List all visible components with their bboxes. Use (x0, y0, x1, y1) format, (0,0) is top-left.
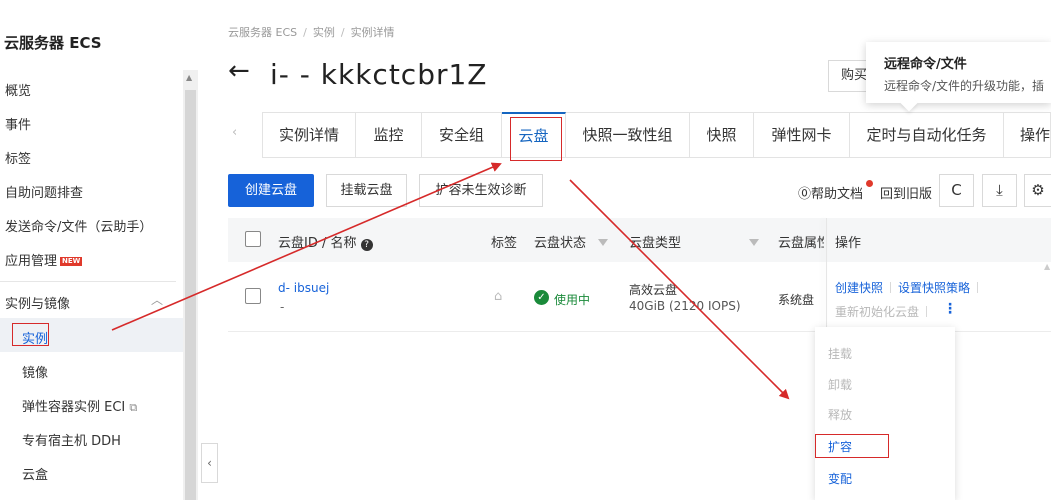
disk-name: - (280, 300, 285, 314)
sidebar-title: 云服务器 ECS (4, 34, 102, 52)
status-badge: 使用中 (554, 293, 591, 307)
menu-item-mount[interactable]: 挂载 (828, 345, 852, 362)
tab-instance-details[interactable]: 实例详情 (262, 112, 356, 158)
sidebar-group-instances-images[interactable]: 实例与镜像 (5, 293, 70, 312)
page-title: i- - kkkctcbr1Z (270, 58, 488, 91)
create-disk-button[interactable]: 创建云盘 (228, 174, 314, 207)
help-docs-link[interactable]: ⓪帮助文档 (798, 183, 863, 202)
back-arrow-icon[interactable]: ← (228, 58, 250, 84)
tab-eni[interactable]: 弹性网卡 (754, 112, 850, 158)
sidebar-item-troubleshoot[interactable]: 自助问题排查 (5, 182, 83, 201)
breadcrumb-item: 实例详情 (350, 26, 395, 39)
disk-id-link[interactable]: d- ibsuej (278, 281, 329, 295)
scroll-up-icon[interactable]: ▲ (1044, 262, 1051, 282)
reinit-disk-link[interactable]: 重新初始化云盘 (835, 303, 934, 320)
annotation-box-cloud-disk (510, 117, 562, 161)
menu-item-unmount[interactable]: 卸载 (828, 376, 852, 393)
annotation-box-expand (815, 434, 889, 458)
menu-item-change-config[interactable]: 变配 (828, 470, 852, 487)
row-actions: 创建快照 设置快照策略 (835, 279, 985, 296)
chevron-left-icon[interactable]: ‹ (201, 443, 218, 483)
sidebar-item-send-command[interactable]: 发送命令/文件（云助手） (5, 216, 152, 235)
breadcrumb-item[interactable]: 实例 (313, 26, 335, 39)
tab-snapshot-consistency[interactable]: 快照一致性组 (566, 112, 690, 158)
tab-monitoring[interactable]: 监控 (356, 112, 422, 158)
annotation-box-instance (12, 323, 49, 346)
column-label: 云盘ID / 名称 (278, 236, 357, 251)
help-label: 帮助文档 (811, 187, 864, 202)
tooltip-description: 远程命令/文件的升级功能，插 (884, 79, 1045, 93)
column-header-type: 云盘类型 (629, 236, 682, 251)
question-icon[interactable]: ? (360, 239, 373, 251)
sidebar-scrollbar-thumb[interactable] (185, 90, 196, 500)
sidebar-item-images[interactable]: 镜像 (22, 362, 48, 381)
sidebar-item-ddh[interactable]: 专有宿主机 DDH (22, 430, 121, 449)
sidebar-item-label: 应用管理 (5, 254, 58, 269)
snapshot-policy-link[interactable]: 设置快照策略 (898, 281, 970, 295)
filter-icon[interactable] (749, 236, 759, 251)
chevron-up-icon[interactable]: ︿ (151, 291, 163, 308)
back-to-old-version-link[interactable]: 回到旧版 (880, 183, 932, 202)
column-header-actions: 操作 (835, 236, 862, 251)
refresh-icon[interactable]: C (939, 174, 974, 207)
tab-snapshot[interactable]: 快照 (690, 112, 754, 158)
tab-prev-icon[interactable]: ‹ (232, 125, 237, 140)
breadcrumb-item[interactable]: 云服务器 ECS (228, 26, 297, 39)
download-icon[interactable]: ⤓ (982, 174, 1017, 207)
sidebar-item-cloudbox[interactable]: 云盒 (22, 464, 48, 483)
check-circle-icon: ✓ (534, 290, 549, 305)
column-header-status: 云盘状态 (534, 236, 587, 251)
sidebar-item-label: 弹性容器实例 ECI (22, 400, 126, 415)
sidebar-item-eci[interactable]: 弹性容器实例 ECI ⧉ (22, 396, 137, 415)
more-vertical-icon[interactable]: ⋮ (943, 301, 957, 317)
sidebar-item-overview[interactable]: 概览 (5, 80, 31, 99)
reinit-label: 重新初始化云盘 (835, 305, 920, 319)
create-snapshot-link[interactable]: 创建快照 (835, 281, 883, 295)
disk-attribute: 系统盘 (778, 293, 815, 307)
scroll-up-icon[interactable]: ▲ (186, 73, 192, 82)
tab-security-group[interactable]: 安全组 (422, 112, 502, 158)
filter-icon[interactable] (598, 236, 608, 251)
tooltip-title: 远程命令/文件 (884, 57, 967, 72)
menu-item-release[interactable]: 释放 (828, 406, 852, 423)
external-link-icon: ⧉ (129, 401, 138, 414)
row-checkbox[interactable] (245, 288, 261, 304)
expansion-diagnosis-button[interactable]: 扩容未生效诊断 (419, 174, 543, 207)
tag-icon[interactable]: ⌂ (494, 289, 502, 304)
disk-size: 40GiB (2120 IOPS) (629, 299, 741, 313)
sidebar-item-app-management[interactable]: 应用管理 NEW (5, 250, 83, 269)
sidebar-item-events[interactable]: 事件 (5, 114, 31, 133)
sidebar-item-tags[interactable]: 标签 (5, 148, 31, 167)
help-icon: ⓪ (798, 187, 812, 202)
fixed-column-shadow (826, 218, 827, 332)
new-badge: NEW (60, 257, 83, 266)
column-header-attribute: 云盘属性 (778, 236, 824, 251)
breadcrumb: 云服务器 ECS / 实例 / 实例详情 (228, 26, 395, 39)
mount-disk-button[interactable]: 挂载云盘 (326, 174, 407, 207)
column-header-tags: 标签 (491, 236, 518, 251)
tab-operations[interactable]: 操作 (1004, 112, 1051, 158)
column-header-disk-id: 云盘ID / 名称 ? (278, 232, 373, 251)
notification-dot (866, 180, 873, 187)
settings-icon[interactable]: ⚙ (1024, 174, 1051, 207)
sidebar-divider (0, 281, 176, 282)
buy-button[interactable]: 购买 (828, 60, 870, 92)
tab-scheduled-tasks[interactable]: 定时与自动化任务 (850, 112, 1004, 158)
select-all-checkbox[interactable] (245, 231, 261, 247)
disk-type: 高效云盘 (629, 283, 678, 297)
